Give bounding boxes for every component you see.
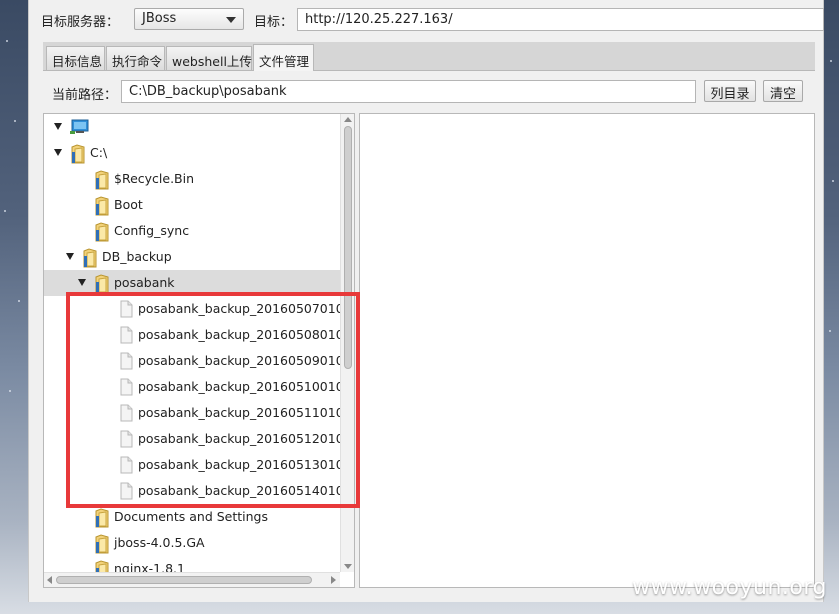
target-bar: 目标服务器： JBoss 目标： http://120.25.227.163/ — [41, 8, 824, 32]
tree-folder-item[interactable]: Documents and Settings — [44, 504, 340, 530]
tree-file-item[interactable]: posabank_backup_201605140100.. — [44, 478, 354, 504]
tree-item-label: jboss-4.0.5.GA — [114, 535, 205, 550]
folder-icon — [95, 508, 109, 528]
tree-item-label: posabank_backup_201605130100.. — [138, 457, 355, 472]
tree-item-label: C:\ — [90, 145, 108, 160]
tree-item-label: posabank_backup_201605080100.t — [138, 327, 355, 342]
file-icon — [120, 300, 133, 318]
list-dir-button[interactable]: 列目录 — [704, 80, 756, 102]
file-content-pane[interactable] — [359, 113, 815, 588]
tree-folder-item[interactable]: Boot — [44, 192, 340, 218]
folder-icon — [95, 196, 109, 216]
folder-icon — [83, 248, 97, 268]
tree-file-item[interactable]: posabank_backup_201605110100.. — [44, 400, 354, 426]
tree-item-label: posabank_backup_201605090100.. — [138, 353, 355, 368]
scroll-up-icon[interactable] — [344, 117, 352, 122]
horizontal-scroll-thumb[interactable] — [56, 576, 312, 584]
target-url-input[interactable]: http://120.25.227.163/ — [297, 8, 824, 31]
tree-file-item[interactable]: posabank_backup_201605090100.. — [44, 348, 354, 374]
tree-item-label: posabank — [114, 275, 175, 290]
scroll-left-icon[interactable] — [47, 576, 52, 584]
folder-icon — [71, 144, 85, 164]
folder-icon — [95, 534, 109, 554]
tree-item-label: DB_backup — [102, 249, 172, 264]
tab-webshell-upload[interactable]: webshell上传 — [166, 46, 252, 70]
path-input[interactable]: C:\DB_backup\posabank — [121, 80, 696, 103]
tree-item-label: Config_sync — [114, 223, 190, 238]
tree-folder-item[interactable]: jboss-4.0.5.GA — [44, 530, 340, 556]
tree-item-label: posabank_backup_201605070100.. — [138, 301, 355, 316]
tree-file-item[interactable]: posabank_backup_201605100100.. — [44, 374, 354, 400]
tree-file-item[interactable]: posabank_backup_201605070100.. — [44, 296, 354, 322]
tree-item-label: posabank_backup_201605100100.. — [138, 379, 355, 394]
server-select[interactable]: JBoss — [134, 8, 244, 30]
tree-file-item[interactable]: posabank_backup_201605120100.. — [44, 426, 354, 452]
app-window: 目标服务器： JBoss 目标： http://120.25.227.163/ … — [28, 0, 824, 602]
tree-file-item[interactable]: posabank_backup_201605130100.. — [44, 452, 354, 478]
computer-icon — [70, 119, 89, 134]
file-icon — [120, 326, 133, 344]
horizontal-scrollbar[interactable] — [44, 572, 340, 587]
tab-bar: 目标信息 执行命令 webshell上传 文件管理 — [43, 42, 815, 71]
tree-root[interactable] — [44, 114, 340, 140]
expand-triangle-icon[interactable] — [54, 123, 62, 130]
folder-icon — [95, 170, 109, 190]
tree-file-item[interactable]: posabank_backup_201605080100.t — [44, 322, 354, 348]
expand-triangle-icon[interactable] — [78, 279, 86, 286]
tree-folder-item[interactable]: posabank — [44, 270, 340, 296]
file-tree[interactable]: C:\ $Recycle.Bin Boot Config_sync DB_backupp… — [43, 113, 355, 588]
server-select-value: JBoss — [142, 11, 177, 26]
file-icon — [120, 482, 133, 500]
tab-exec-command[interactable]: 执行命令 — [106, 46, 165, 70]
file-icon — [120, 378, 133, 396]
path-label: 当前路径： — [52, 88, 118, 103]
file-icon — [120, 352, 133, 370]
file-icon — [120, 456, 133, 474]
tree-item-label: $Recycle.Bin — [114, 171, 195, 186]
file-icon — [120, 404, 133, 422]
vertical-scrollbar[interactable] — [340, 114, 354, 572]
file-icon — [120, 430, 133, 448]
tree-item-label: posabank_backup_201605140100.. — [138, 483, 355, 498]
watermark: www.wooyun.org — [632, 575, 827, 600]
chevron-down-icon — [226, 17, 236, 23]
tree-item-label: Documents and Settings — [114, 509, 269, 524]
tree-item-label: Boot — [114, 197, 143, 212]
scroll-right-icon[interactable] — [331, 576, 336, 584]
tree-folder-item[interactable]: C:\ — [44, 140, 340, 166]
scroll-down-icon[interactable] — [344, 564, 352, 569]
tree-item-label: posabank_backup_201605110100.. — [138, 405, 355, 420]
folder-icon — [95, 274, 109, 294]
target-label: 目标： — [254, 15, 294, 30]
tree-item-label: posabank_backup_201605120100.. — [138, 431, 355, 446]
server-label: 目标服务器： — [41, 15, 120, 30]
tab-file-manager[interactable]: 文件管理 — [253, 44, 314, 71]
vertical-scroll-thumb[interactable] — [344, 126, 352, 369]
expand-triangle-icon[interactable] — [66, 253, 74, 260]
folder-icon — [95, 222, 109, 242]
clear-button[interactable]: 清空 — [763, 80, 803, 102]
tree-folder-item[interactable]: DB_backup — [44, 244, 340, 270]
expand-triangle-icon[interactable] — [54, 149, 62, 156]
tree-folder-item[interactable]: $Recycle.Bin — [44, 166, 340, 192]
tree-folder-item[interactable]: Config_sync — [44, 218, 340, 244]
tab-target-info[interactable]: 目标信息 — [46, 46, 105, 70]
